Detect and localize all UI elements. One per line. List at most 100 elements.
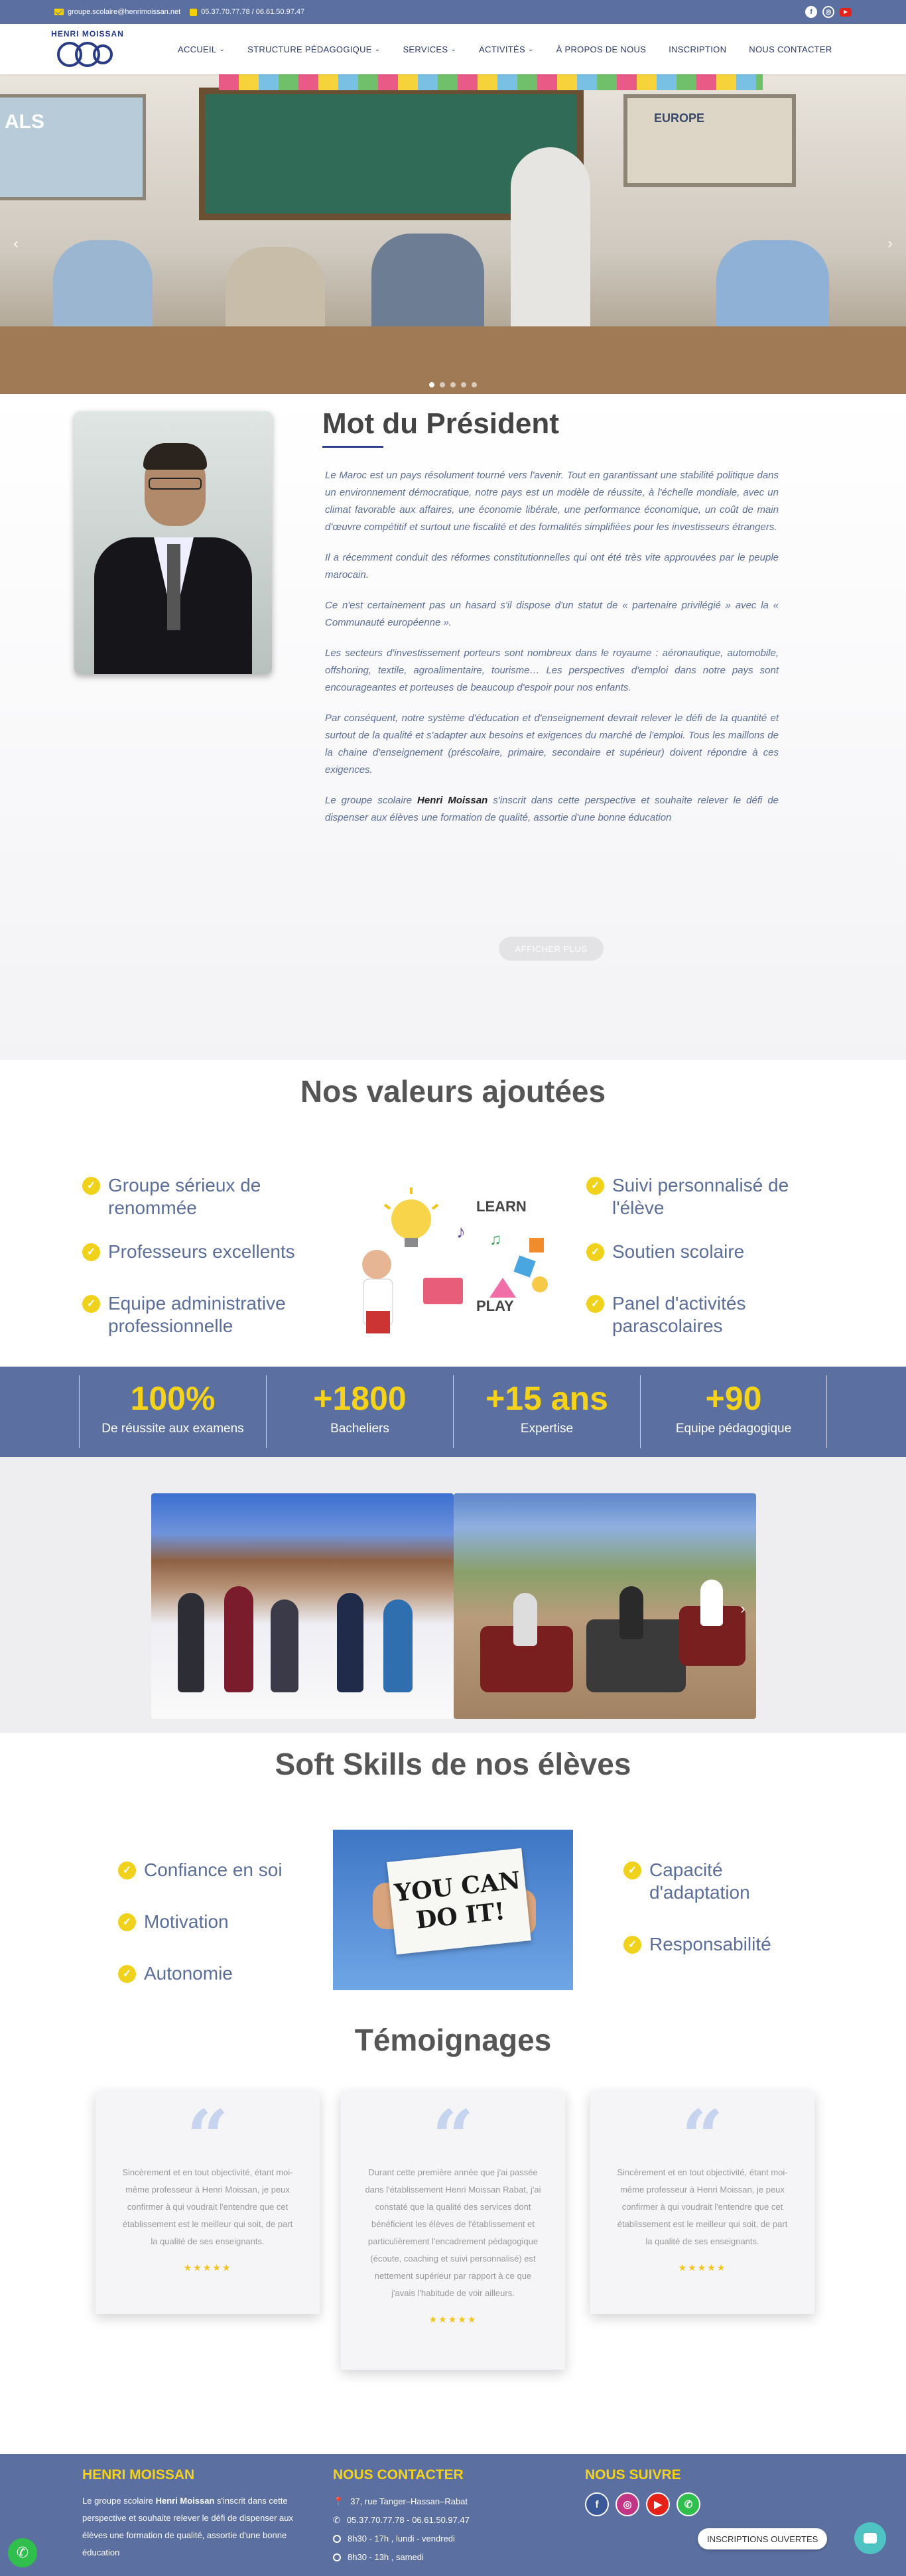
footer-phone[interactable]: ✆ 05.37.70.77.78 - 06.61.50.97.47 [333,2511,545,2530]
check-icon: ✓ [118,1913,136,1931]
check-icon: ✓ [586,1177,604,1195]
soft-skill-item: ✓ Motivation [118,1911,229,1933]
footer-about-text: Le groupe scolaire Henri Moissan s'inscr… [82,2496,293,2557]
phone-icon [190,8,198,16]
footer: HENRI MOISSAN Le groupe scolaire Henri M… [0,2454,906,2576]
nav-item-activites[interactable]: ACTIVITÉS ⌄ [479,44,534,54]
clock-icon [333,2553,341,2561]
slider-dot[interactable] [472,382,477,387]
check-icon: ✓ [118,1965,136,1983]
value-item: ✓ Equipe administrative professionnelle [82,1292,308,1337]
motivation-sign: YOU CAN DO IT! [387,1848,531,1955]
hero-europe-map: EUROPE [623,94,796,187]
value-item: ✓ Professeurs excellents [82,1241,308,1263]
nav-item-inscription[interactable]: INSCRIPTION [669,44,726,54]
president-photo [74,411,272,674]
footer-social-title: NOUS SUIVRE [585,2467,681,2482]
footer-about-title: HENRI MOISSAN [82,2467,195,2482]
learn-play-illustration: LEARN PLAY ♪ ♫ [350,1178,561,1335]
values-section: Nos valeurs ajoutées ✓ Groupe sérieux de … [0,1060,906,1367]
activities-gallery: › [0,1457,906,1733]
president-section: Mot du Président Le Maroc est un pays ré… [0,394,906,1060]
instagram-icon[interactable]: ◎ [822,6,834,18]
soft-skill-item: ✓ Autonomie [118,1962,233,1985]
show-more-button[interactable]: AFFICHER PLUS [499,937,604,961]
slider-dot[interactable] [440,382,445,387]
value-item: ✓ Soutien scolaire [586,1241,785,1263]
main-nav: HENRI MOISSAN ACCUEIL ⌄ STRUCTURE PÉDAGOG… [0,24,906,74]
top-bar: groupe.scolaire@henrimoissan.net 05.37.7… [0,0,906,24]
clock-icon [333,2535,341,2543]
slider-dot[interactable] [450,382,456,387]
footer-contact-title: NOUS CONTACTER [333,2467,464,2482]
phone-contact[interactable]: 05.37.70.77.78 / 06.61.50.97.47 [190,8,304,16]
logo-ring [93,44,113,64]
logo[interactable]: HENRI MOISSAN [50,27,125,71]
inscriptions-badge[interactable]: INSCRIPTIONS OUVERTES [698,2528,828,2549]
president-text: Le Maroc est un pays résolument tourné v… [325,467,779,840]
hero-slider[interactable]: ALS EUROPE ‹ › [0,74,906,394]
quote-icon: “ [681,2094,724,2179]
chat-icon[interactable] [854,2522,886,2554]
slider-dots [429,382,477,387]
svg-text:LEARN: LEARN [476,1198,527,1215]
rating-stars: ★★★★★ [183,2262,232,2273]
check-icon: ✓ [82,1243,100,1261]
testimonial-text: Sincèrement et en tout objectivité, étan… [617,2167,788,2246]
chevron-down-icon: ⌄ [450,45,457,53]
hero-wall-map: ALS [0,94,146,200]
envelope-icon [54,9,64,15]
slider-next-arrow[interactable]: › [881,234,899,253]
map-pin-icon: 📍 [333,2496,344,2506]
stat-item: +90 Equipe pédagogique [640,1375,827,1448]
facebook-icon[interactable]: f [585,2492,609,2516]
rating-stars: ★★★★★ [428,2314,478,2325]
soft-skills-section: Soft Skills de nos élèves ✓ Confiance en … [0,1733,906,2370]
values-title: Nos valeurs ajoutées [300,1074,606,1109]
gallery-image-ski[interactable] [151,1493,454,1719]
check-icon: ✓ [586,1243,604,1261]
stats-bar: 100% De réussite aux examens +1800 Bacheli… [0,1367,906,1457]
instagram-icon[interactable]: ◎ [615,2492,639,2516]
youtube-icon[interactable]: ▶ [840,7,852,17]
check-icon: ✓ [586,1295,604,1313]
slider-dot[interactable] [461,382,466,387]
svg-text:♪: ♪ [456,1221,466,1242]
gallery-next-arrow[interactable]: › [734,1599,752,1618]
check-icon: ✓ [623,1936,641,1954]
chevron-down-icon: ⌄ [374,45,381,53]
testimonial-text: Durant cette première année que j'ai pas… [365,2167,541,2298]
whatsapp-float-icon[interactable]: ✆ [8,2538,37,2567]
president-title: Mot du Président [322,407,559,440]
phone-text[interactable]: 05.37.70.77.78 / 06.61.50.97.47 [201,8,304,16]
nav-item-accueil[interactable]: ACCUEIL ⌄ [178,44,225,54]
quote-icon: “ [186,2094,229,2179]
whatsapp-icon[interactable]: ✆ [677,2492,700,2516]
facebook-icon[interactable]: f [805,6,817,18]
you-can-do-it-image: YOU CAN DO IT! [333,1830,573,1990]
value-item: ✓ Groupe sérieux de renommée [82,1174,275,1219]
footer-social-icons: f ◎ ▶ ✆ [585,2492,700,2516]
slider-dot[interactable] [429,382,434,387]
chevron-down-icon: ⌄ [527,45,534,53]
youtube-icon[interactable]: ▶ [646,2492,670,2516]
rating-stars: ★★★★★ [678,2262,727,2273]
testimonials-title: Témoignages [354,2023,552,2057]
testimonial-card: “ Sincèrement et en tout objectivité, ét… [96,2091,320,2314]
nav-item-contact[interactable]: NOUS CONTACTER [749,44,832,54]
email-contact[interactable]: groupe.scolaire@henrimoissan.net [54,8,180,16]
president-paragraph: Le Maroc est un pays résolument tourné v… [325,470,779,533]
stat-item: +1800 Bacheliers [266,1375,453,1448]
nav-item-services[interactable]: SERVICES ⌄ [403,44,456,54]
title-underline [322,446,383,448]
stat-item: 100% De réussite aux examens [79,1375,266,1448]
stat-item: +15 ans Expertise [453,1375,640,1448]
gallery-image-quad[interactable]: › [454,1493,756,1719]
nav-item-structure[interactable]: STRUCTURE PÉDAGOGIQUE ⌄ [247,44,380,54]
slider-prev-arrow[interactable]: ‹ [7,234,25,253]
quote-icon: “ [432,2094,474,2179]
value-item: ✓ Panel d'activités parascolaires [586,1292,779,1337]
email-text[interactable]: groupe.scolaire@henrimoissan.net [68,8,180,16]
phone-icon: ✆ [333,2515,340,2525]
nav-item-a-propos[interactable]: À PROPOS DE NOUS [556,44,647,54]
